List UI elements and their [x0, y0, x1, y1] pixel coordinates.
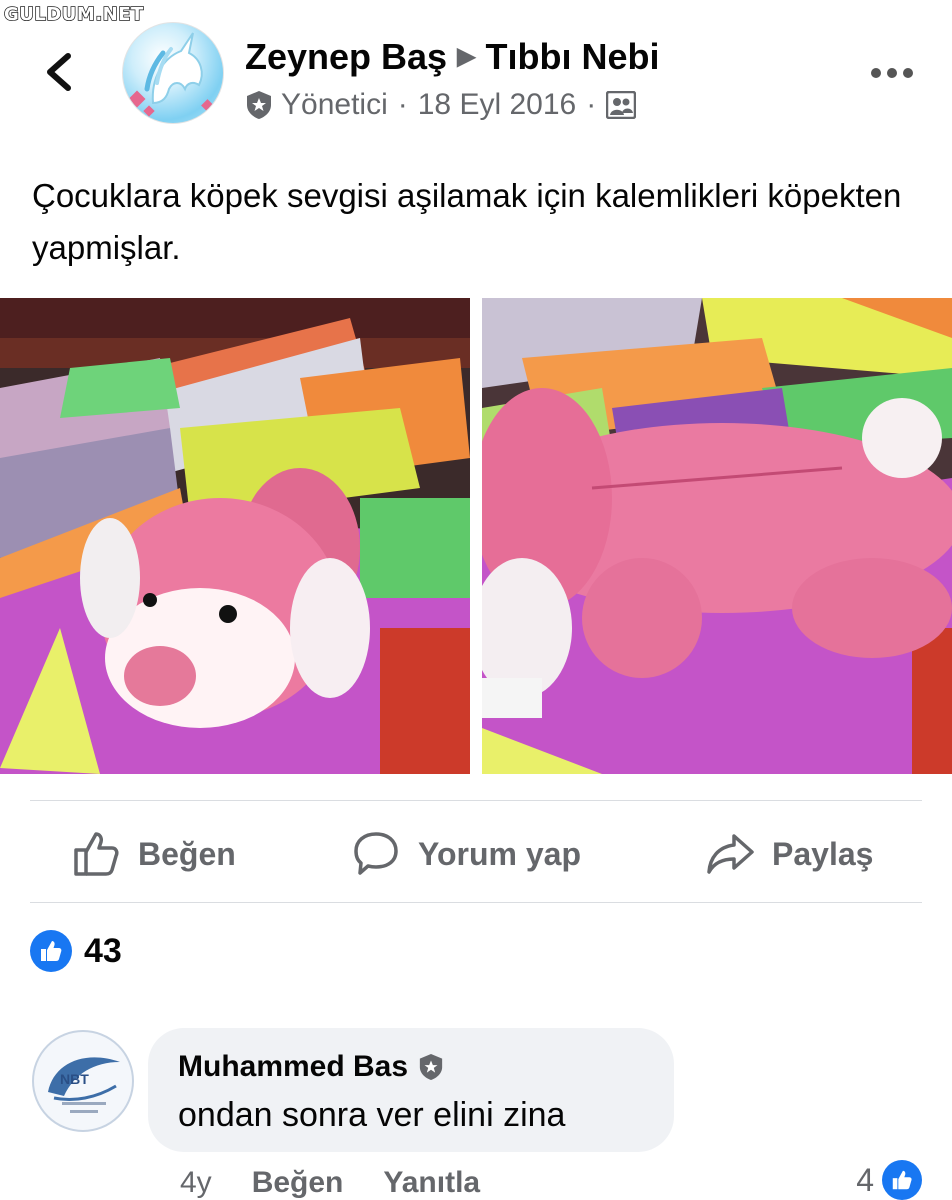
comment-button[interactable]: Yorum yap [352, 828, 581, 880]
commenter-avatar[interactable]: NBT [32, 1030, 134, 1132]
comment-actions: 4y Beğen Yanıtla [180, 1166, 520, 1200]
meta-separator: · [397, 88, 408, 121]
share-label: Paylaş [772, 835, 874, 872]
triangle-right-icon: ▶ [457, 42, 476, 70]
author-name[interactable]: Zeynep Baş [245, 36, 447, 77]
share-arrow-icon [707, 834, 754, 874]
more-dots-icon [871, 68, 913, 78]
author-avatar[interactable] [122, 22, 224, 124]
comment-author-row: Muhammed Bas [178, 1050, 444, 1084]
comment-text: ondan sonra ver elini zina [178, 1096, 566, 1134]
speech-bubble-icon [354, 832, 398, 875]
comment-reply-button[interactable]: Yanıtla [383, 1166, 480, 1200]
group-icon [606, 91, 637, 119]
thumbs-up-icon [74, 832, 119, 876]
more-options-button[interactable] [870, 56, 914, 79]
chevron-left-icon [47, 53, 71, 91]
comment-time[interactable]: 4y [180, 1166, 212, 1200]
like-badge-icon [30, 930, 72, 972]
role-label: Yönetici [281, 88, 388, 121]
post-text: Çocuklara köpek sevgisi aşilamak için ka… [32, 177, 902, 266]
post-header: Zeynep Baş ▶ Tıbbı Nebi Yönetici · 18 Eyl … [0, 20, 952, 130]
author-line: Zeynep Baş ▶ Tıbbı Nebi [245, 36, 660, 78]
comment-like-button[interactable]: Beğen [252, 1166, 344, 1200]
share-button[interactable]: Paylaş [706, 828, 873, 880]
group-name[interactable]: Tıbbı Nebi [486, 36, 660, 77]
back-button[interactable] [40, 50, 80, 94]
reaction-summary[interactable]: 43 [30, 930, 122, 972]
comment-reaction-count: 4 [856, 1161, 874, 1198]
post-photo-1[interactable] [0, 298, 470, 774]
comment-author[interactable]: Muhammed Bas [178, 1050, 408, 1084]
like-button[interactable]: Beğen [72, 828, 236, 880]
divider [30, 800, 922, 801]
post-date[interactable]: 18 Eyl 2016 [418, 88, 576, 122]
like-badge-icon [882, 1160, 922, 1200]
like-label: Beğen [138, 835, 236, 872]
comment-reaction-summary[interactable]: 4 [856, 1160, 922, 1200]
divider [30, 902, 922, 903]
post-photo-2[interactable] [482, 298, 952, 774]
shield-star-icon [419, 1054, 443, 1080]
meta-separator: · [586, 88, 597, 121]
avatar-logo-text: NBT [60, 1071, 89, 1087]
comment-label: Yorum yap [418, 835, 581, 872]
post-meta: Yönetici · 18 Eyl 2016 · [245, 88, 637, 122]
reaction-count: 43 [84, 931, 122, 970]
comment-bubble: Muhammed Bas ondan sonra ver elini zina [148, 1028, 674, 1152]
shield-star-icon [247, 91, 271, 119]
